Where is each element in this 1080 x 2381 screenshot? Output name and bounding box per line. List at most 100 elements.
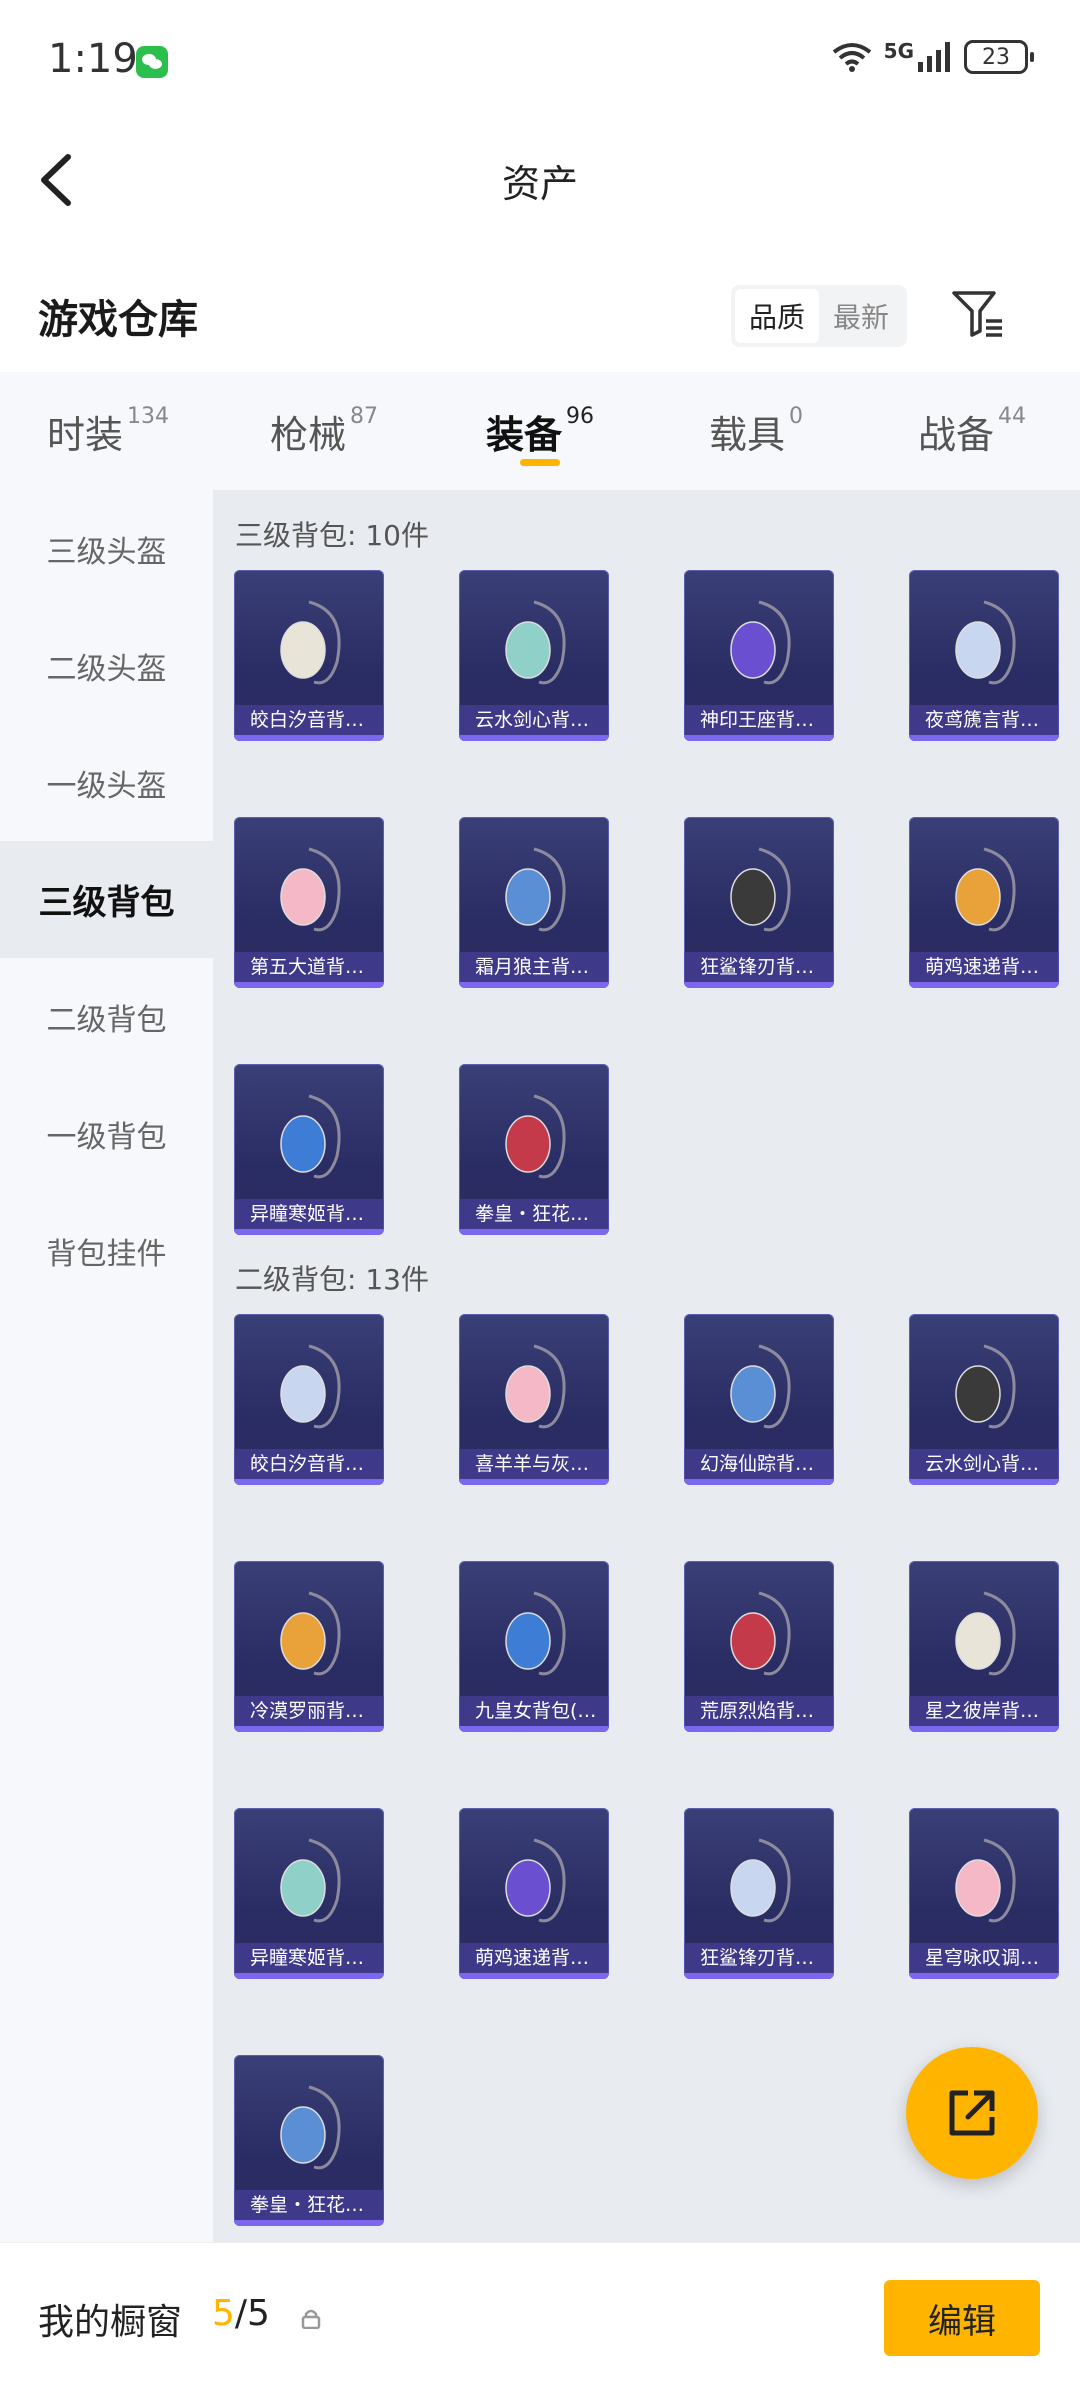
- backpack-item-card[interactable]: 异瞳寒姬背…: [234, 1808, 384, 1979]
- tab-weapons[interactable]: 枪械 87: [216, 372, 432, 490]
- tab-count: 0: [789, 404, 803, 429]
- backpack-item-card[interactable]: 冷漠罗丽背…: [234, 1561, 384, 1732]
- backpack-item-card[interactable]: 拳皇・狂花…: [234, 2055, 384, 2226]
- item-label: 第五大道背…: [234, 952, 384, 982]
- item-label: 异瞳寒姬背…: [234, 1199, 384, 1229]
- item-label: 拳皇・狂花…: [459, 1199, 609, 1229]
- status-bar: 1:19 5G 23: [0, 0, 1080, 125]
- backpack-item-card[interactable]: 皎白汐音背…: [234, 1314, 384, 1485]
- item-grid: 三级背包: 10件 二级背包: 13件 皎白汐音背… 云水剑心背… 神印王座背… 夜鸢…: [213, 490, 1080, 2242]
- backpack-icon: [280, 600, 341, 685]
- page-title: 资产: [501, 162, 578, 206]
- tab-vehicles[interactable]: 载具 0: [648, 372, 864, 490]
- backpack-icon: [505, 1344, 566, 1429]
- backpack-item-card[interactable]: 九皇女背包(…: [459, 1561, 609, 1732]
- tab-fashion[interactable]: 时装 134: [0, 372, 216, 490]
- filter-icon[interactable]: [950, 287, 1006, 343]
- item-label: 九皇女背包(…: [459, 1696, 609, 1726]
- backpack-item-card[interactable]: 喜羊羊与灰…: [459, 1314, 609, 1485]
- section-title: 三级背包: 10件: [235, 519, 429, 552]
- warehouse-title: 游戏仓库: [38, 297, 198, 343]
- backpack-item-card[interactable]: 第五大道背…: [234, 817, 384, 988]
- backpack-item-card[interactable]: 皎白汐音背…: [234, 570, 384, 741]
- backpack-item-card[interactable]: 萌鸡速递背…: [459, 1808, 609, 1979]
- bottom-bar: 我的橱窗 5/5 编辑: [0, 2242, 1080, 2381]
- warehouse-header: 游戏仓库 品质 最新: [0, 265, 1080, 370]
- backpack-icon: [955, 1344, 1016, 1429]
- sidebar-item-backpack-charm[interactable]: 背包挂件: [0, 1192, 213, 1309]
- item-label: 霜月狼主背…: [459, 952, 609, 982]
- showcase-label: 我的橱窗: [38, 2302, 183, 2343]
- backpack-item-card[interactable]: 神印王座背…: [684, 570, 834, 741]
- sort-by-quality[interactable]: 品质: [735, 289, 819, 343]
- item-label: 星穹咏叹调…: [909, 1943, 1059, 1973]
- backpack-icon: [505, 1591, 566, 1676]
- showcase-total: /5: [234, 2293, 270, 2334]
- tab-equipment[interactable]: 装备 96: [432, 372, 648, 490]
- showcase-current: 5: [212, 2293, 235, 2334]
- backpack-icon: [505, 1094, 566, 1179]
- tab-battle-gear[interactable]: 战备 44: [864, 372, 1080, 490]
- sidebar-item-lv3-backpack[interactable]: 三级背包: [0, 841, 213, 958]
- category-tabs: 时装 134 枪械 87 装备 96 载具 0 战备 44: [0, 372, 1080, 490]
- share-button[interactable]: [906, 2047, 1038, 2179]
- item-label: 荒原烈焰背…: [684, 1696, 834, 1726]
- backpack-icon: [955, 847, 1016, 932]
- share-icon: [949, 2090, 995, 2136]
- sidebar-item-lv1-helmet[interactable]: 一级头盔: [0, 724, 213, 841]
- backpack-item-card[interactable]: 星穹咏叹调…: [909, 1808, 1059, 1979]
- tab-label: 枪械: [269, 413, 346, 457]
- backpack-item-card[interactable]: 萌鸡速递背…: [909, 817, 1059, 988]
- tab-label: 时装: [46, 413, 123, 457]
- item-label: 狂鲨锋刃背…: [684, 952, 834, 982]
- status-time: 1:19: [48, 36, 138, 82]
- item-label: 云水剑心背…: [459, 705, 609, 735]
- item-label: 拳皇・狂花…: [234, 2190, 384, 2220]
- sidebar: 三级头盔 二级头盔 一级头盔 三级背包 二级背包 一级背包 背包挂件: [0, 490, 213, 2242]
- backpack-item-card[interactable]: 狂鲨锋刃背…: [684, 1808, 834, 1979]
- backpack-icon: [505, 600, 566, 685]
- sidebar-item-lv3-helmet[interactable]: 三级头盔: [0, 490, 213, 607]
- backpack-item-card[interactable]: 星之彼岸背…: [909, 1561, 1059, 1732]
- backpack-item-card[interactable]: 荒原烈焰背…: [684, 1561, 834, 1732]
- battery-level: 23: [982, 44, 1010, 70]
- backpack-icon: [955, 1591, 1016, 1676]
- backpack-icon: [730, 847, 791, 932]
- backpack-item-card[interactable]: 狂鲨锋刃背…: [684, 817, 834, 988]
- edit-button[interactable]: 编辑: [884, 2280, 1040, 2356]
- backpack-icon: [955, 600, 1016, 685]
- sidebar-item-lv2-backpack[interactable]: 二级背包: [0, 958, 213, 1075]
- backpack-icon: [280, 847, 341, 932]
- active-tab-indicator: [520, 459, 560, 466]
- tab-count: 96: [566, 404, 594, 429]
- sidebar-item-lv2-helmet[interactable]: 二级头盔: [0, 607, 213, 724]
- backpack-icon: [280, 2085, 341, 2170]
- item-label: 冷漠罗丽背…: [234, 1696, 384, 1726]
- tab-label: 装备: [485, 413, 562, 457]
- backpack-item-card[interactable]: 霜月狼主背…: [459, 817, 609, 988]
- sidebar-item-lv1-backpack[interactable]: 一级背包: [0, 1075, 213, 1192]
- sort-by-newest[interactable]: 最新: [819, 289, 903, 343]
- backpack-item-card[interactable]: 云水剑心背…: [909, 1314, 1059, 1485]
- backpack-item-card[interactable]: 幻海仙踪背…: [684, 1314, 834, 1485]
- section-title: 二级背包: 13件: [235, 1263, 429, 1296]
- item-label: 星之彼岸背…: [909, 1696, 1059, 1726]
- tab-label: 战备: [917, 413, 994, 457]
- backpack-icon: [505, 847, 566, 932]
- backpack-icon: [955, 1838, 1016, 1923]
- status-indicators: 5G 23: [832, 39, 1034, 74]
- tab-label: 载具: [708, 413, 785, 457]
- item-label: 幻海仙踪背…: [684, 1449, 834, 1479]
- backpack-icon: [280, 1344, 341, 1429]
- backpack-item-card[interactable]: 异瞳寒姬背…: [234, 1064, 384, 1235]
- item-label: 萌鸡速递背…: [459, 1943, 609, 1973]
- item-label: 狂鲨锋刃背…: [684, 1943, 834, 1973]
- signal-icon: [918, 42, 950, 72]
- item-label: 夜鸢篪言背…: [909, 705, 1059, 735]
- showcase-count: 5/5: [212, 2293, 270, 2334]
- backpack-item-card[interactable]: 夜鸢篪言背…: [909, 570, 1059, 741]
- lock-icon: [301, 2309, 321, 2329]
- backpack-item-card[interactable]: 拳皇・狂花…: [459, 1064, 609, 1235]
- item-label: 喜羊羊与灰…: [459, 1449, 609, 1479]
- backpack-item-card[interactable]: 云水剑心背…: [459, 570, 609, 741]
